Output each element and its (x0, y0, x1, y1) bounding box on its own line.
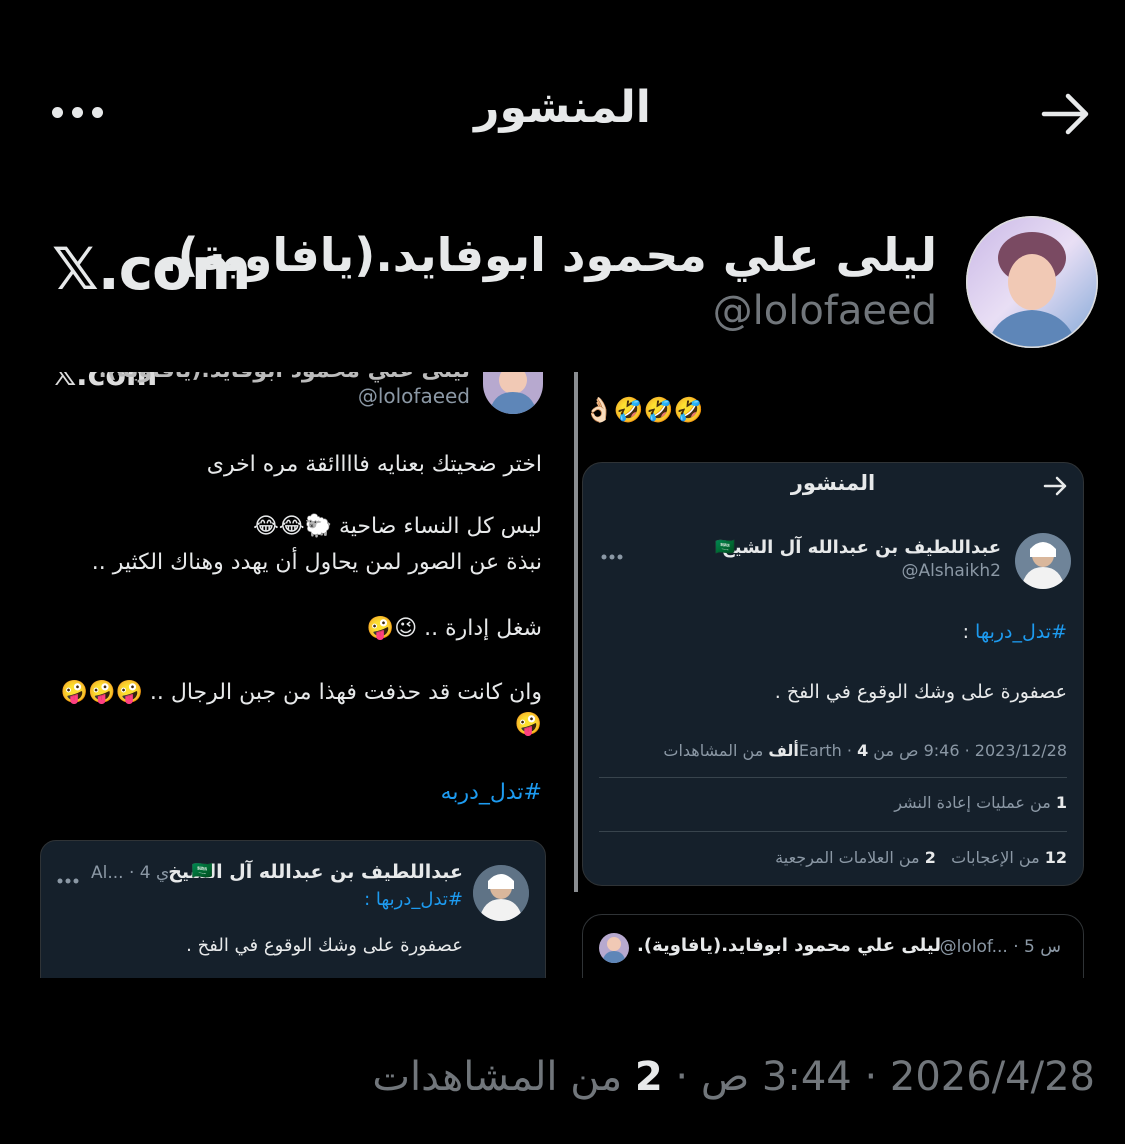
right-card-back-icon[interactable] (1043, 473, 1069, 503)
back-button[interactable] (1038, 86, 1094, 142)
left-line-5: وان كانت قد حذفت فهذا من جبن الرجال .. 🤪… (60, 680, 542, 705)
quote-hashtag[interactable]: #تدل_دربها : (364, 889, 463, 910)
embedded-screenshot-right[interactable]: 👌🏻🤣🤣🤣 المنشور عبداللطيف بن عبدالله آل ال… (580, 372, 1125, 978)
right-card-meta: 2023/12/28 · 9:46 ص من Earth · 4ألف من ا… (663, 741, 1067, 760)
left-line-4: شغل إدارة .. 😉🤪 (366, 616, 542, 641)
quote-avatar (473, 865, 529, 921)
avatar-portrait-icon (966, 216, 1098, 348)
right-card-handle: @Alshaikh2 (901, 561, 1001, 581)
reply-meta: @lolof... · 5 س (939, 937, 1061, 957)
left-author-name: ليلى علي محمود ابوفايد.(يافاوية). (98, 372, 470, 383)
reply-avatar (599, 933, 629, 963)
reply-author-name: ليلى علي محمود ابوفايد.(يافاوية). (637, 935, 941, 956)
divider (599, 831, 1067, 832)
quote-text: عصفورة على وشك الوقوع في الفخ . (186, 935, 463, 956)
left-hashtag[interactable]: #تدل_دربه (441, 780, 542, 805)
right-emoji-line: 👌🏻🤣🤣🤣 (584, 396, 704, 424)
page-title: المنشور (474, 82, 651, 133)
left-quote-card[interactable]: عبداللطيف بن عبدالله آل الشيخ 🇸🇦 Al... ·… (40, 840, 546, 978)
author-handle[interactable]: @lolofaeed (713, 288, 937, 334)
arrow-right-icon (1041, 93, 1089, 135)
author-avatar[interactable] (966, 216, 1098, 348)
right-card-likes-bookmarks[interactable]: 12 من الإعجابات 2 من العلامات المرجعية (775, 848, 1067, 867)
right-card-author-name: عبداللطيف بن عبدالله آل الشيخ (721, 537, 1001, 558)
right-card-flag-icon: 🇸🇦 (715, 537, 735, 556)
quote-meta: Al... · 4 ي (91, 863, 170, 883)
right-card-title: المنشور (790, 471, 876, 495)
post-timestamp-views: 2026/4/28 · 3:44 ص · 2 من المشاهدات (372, 1054, 1095, 1100)
right-reply-card[interactable]: ليلى علي محمود ابوفايد.(يافاوية). @lolof… (582, 914, 1084, 978)
author-name[interactable]: ليلى علي محمود ابوفايد.(يافاوية). (160, 228, 937, 282)
right-card-reposts[interactable]: 1 من عمليات إعادة النشر (894, 793, 1067, 812)
left-author-handle: @lolofaeed (357, 384, 470, 408)
left-line-3: نبذة عن الصور لمن يحاول أن يهدد وهناك ال… (91, 550, 542, 575)
right-card-avatar (1015, 533, 1071, 589)
views-count: 2 (634, 1054, 663, 1100)
left-line-1: اختر ضحيتك بعنايه فاااائقة مره اخرى (206, 452, 542, 477)
left-line-6: 🤪 (514, 712, 542, 737)
right-card-hashtag[interactable]: #تدل_دربها (975, 621, 1067, 643)
left-avatar (483, 372, 543, 414)
left-line-2: ليس كل النساء ضاحية 🐑😂😂 (253, 514, 542, 539)
right-card-text: عصفورة على وشك الوقوع في الفخ . (774, 681, 1067, 703)
quote-flag-icon: 🇸🇦 (191, 861, 213, 881)
right-card-more-icon[interactable] (601, 545, 623, 564)
embedded-screenshot-left[interactable]: 𝕏.com ليلى علي محمود ابوفايد.(يافاوية). … (0, 372, 570, 978)
image-divider (574, 372, 578, 892)
right-card-hashtag-line: #تدل_دربها : (962, 621, 1067, 643)
quote-more-icon[interactable] (57, 869, 79, 888)
divider (599, 777, 1067, 778)
right-post-card[interactable]: المنشور عبداللطيف بن عبدالله آل الشيخ 🇸🇦… (582, 462, 1084, 886)
